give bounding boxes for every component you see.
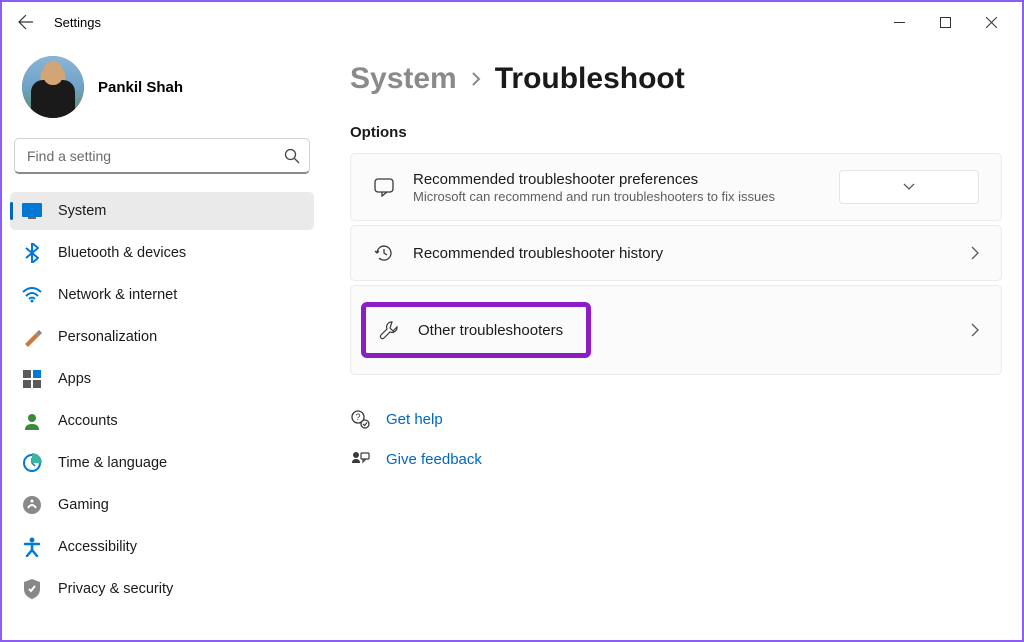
sidebar-item-apps[interactable]: Apps — [10, 360, 314, 398]
apps-icon — [22, 369, 42, 389]
gaming-icon — [22, 495, 42, 515]
close-button[interactable] — [968, 6, 1014, 38]
feedback-icon — [350, 449, 370, 469]
profile-section[interactable]: Pankil Shah — [10, 52, 314, 138]
breadcrumb-current: Troubleshoot — [495, 62, 685, 96]
sidebar-item-privacy[interactable]: Privacy & security — [10, 570, 314, 608]
chevron-right-icon — [971, 246, 979, 260]
link-text: Get help — [386, 411, 443, 428]
sidebar-item-system[interactable]: System — [10, 192, 314, 230]
give-feedback-link[interactable]: Give feedback — [350, 443, 1002, 475]
breadcrumb: System Troubleshoot — [350, 62, 1002, 96]
sidebar-item-gaming[interactable]: Gaming — [10, 486, 314, 524]
sidebar-item-label: Accessibility — [58, 539, 137, 555]
sidebar-item-personalization[interactable]: Personalization — [10, 318, 314, 356]
history-icon — [373, 242, 395, 264]
sidebar-item-network[interactable]: Network & internet — [10, 276, 314, 314]
sidebar-item-label: Accounts — [58, 413, 118, 429]
get-help-link[interactable]: ? Get help — [350, 403, 1002, 435]
back-button[interactable] — [10, 6, 42, 38]
paint-icon — [22, 327, 42, 347]
sidebar-item-label: Gaming — [58, 497, 109, 513]
chevron-down-icon — [903, 183, 915, 191]
sidebar-item-bluetooth[interactable]: Bluetooth & devices — [10, 234, 314, 272]
display-icon — [22, 201, 42, 221]
account-icon — [22, 411, 42, 431]
minimize-icon — [894, 17, 905, 28]
chevron-right-icon — [971, 323, 979, 337]
chat-icon — [373, 176, 395, 198]
wrench-icon — [378, 319, 400, 341]
sidebar-item-time[interactable]: Time & language — [10, 444, 314, 482]
sidebar: Pankil Shah System Bluetooth & devices N… — [2, 42, 322, 640]
maximize-button[interactable] — [922, 6, 968, 38]
option-subtitle: Microsoft can recommend and run troubles… — [413, 189, 839, 204]
link-text: Give feedback — [386, 451, 482, 468]
search-input[interactable] — [14, 138, 310, 174]
section-title: Options — [350, 124, 1002, 141]
option-troubleshooter-history[interactable]: Recommended troubleshooter history — [350, 225, 1002, 281]
window-title: Settings — [54, 15, 101, 30]
sidebar-item-label: Privacy & security — [58, 581, 173, 597]
chevron-right-icon — [471, 71, 481, 87]
sidebar-item-label: Bluetooth & devices — [58, 245, 186, 261]
sidebar-item-label: Network & internet — [58, 287, 177, 303]
sidebar-item-label: Personalization — [58, 329, 157, 345]
breadcrumb-parent[interactable]: System — [350, 62, 457, 96]
bluetooth-icon — [22, 243, 42, 263]
help-links: ? Get help Give feedback — [350, 403, 1002, 475]
minimize-button[interactable] — [876, 6, 922, 38]
sidebar-item-label: Time & language — [58, 455, 167, 471]
main-content: System Troubleshoot Options Recommended … — [322, 42, 1022, 640]
sidebar-item-label: System — [58, 203, 106, 219]
option-troubleshooter-preferences[interactable]: Recommended troubleshooter preferences M… — [350, 153, 1002, 221]
sidebar-item-accounts[interactable]: Accounts — [10, 402, 314, 440]
option-other-troubleshooters[interactable]: Other troubleshooters — [350, 285, 1002, 375]
accessibility-icon — [22, 537, 42, 557]
preferences-dropdown[interactable] — [839, 170, 979, 204]
nav-list: System Bluetooth & devices Network & int… — [10, 192, 314, 608]
sidebar-item-accessibility[interactable]: Accessibility — [10, 528, 314, 566]
window-controls — [876, 6, 1014, 38]
help-icon: ? — [350, 409, 370, 429]
search-icon — [284, 148, 300, 164]
time-icon — [22, 453, 42, 473]
privacy-icon — [22, 579, 42, 599]
sidebar-item-label: Apps — [58, 371, 91, 387]
option-title: Recommended troubleshooter preferences — [413, 171, 839, 188]
arrow-left-icon — [18, 14, 34, 30]
option-title: Recommended troubleshooter history — [413, 245, 971, 262]
profile-name: Pankil Shah — [98, 79, 183, 96]
wifi-icon — [22, 285, 42, 305]
avatar — [22, 56, 84, 118]
search-box — [14, 138, 310, 174]
maximize-icon — [940, 17, 951, 28]
option-title: Other troubleshooters — [418, 322, 563, 339]
titlebar: Settings — [2, 2, 1022, 42]
close-icon — [986, 17, 997, 28]
svg-text:?: ? — [355, 412, 360, 422]
